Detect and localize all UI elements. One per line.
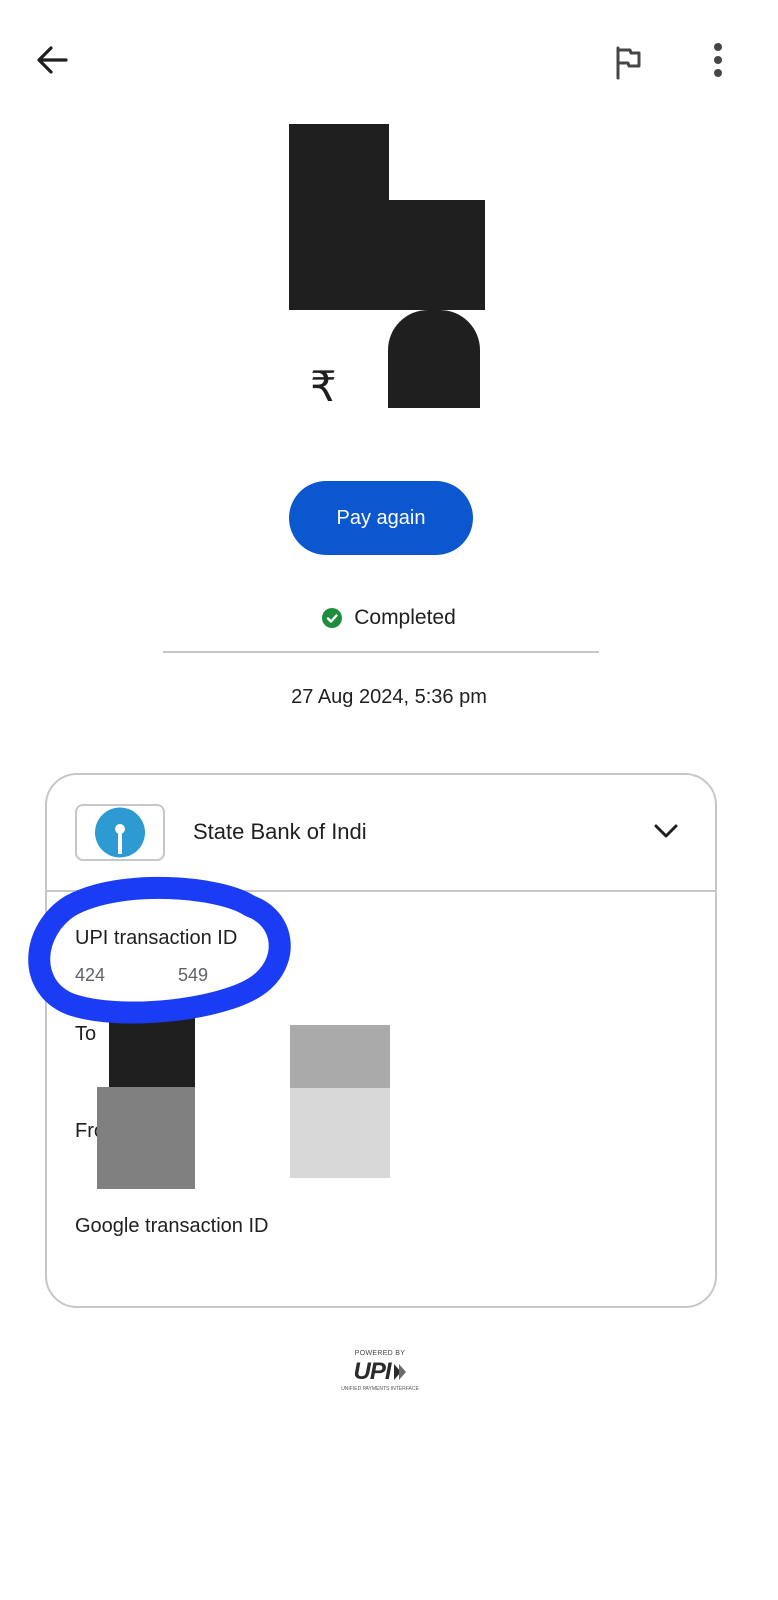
upi-subtext: UNIFIED PAYMENTS INTERFACE <box>341 1386 419 1392</box>
upi-arrows-icon <box>393 1364 406 1380</box>
upi-logo: POWERED BY UPI UNIFIED PAYMENTS INTERFAC… <box>340 1350 420 1394</box>
upi-wordmark: UPI <box>353 1358 391 1385</box>
powered-by-label: POWERED BY <box>354 1350 406 1357</box>
